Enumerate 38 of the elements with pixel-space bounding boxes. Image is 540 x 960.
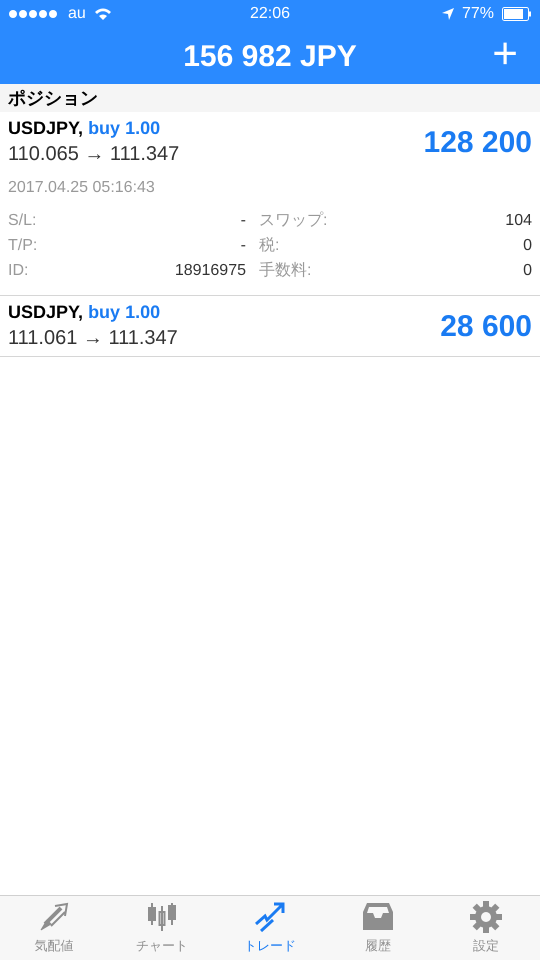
tab-item[interactable]: トレード [216, 896, 324, 960]
location-icon [442, 8, 454, 20]
section-title: ポジション [8, 86, 98, 110]
detail-label: S/L: [8, 211, 38, 231]
detail-value: 0 [523, 236, 532, 256]
price-range: 110.065 → 111.347 [8, 142, 180, 167]
position-title: USDJPY, buy 1.00 [8, 301, 162, 324]
tab-item[interactable]: 気配値 [0, 896, 108, 960]
settings-icon [469, 900, 503, 934]
trend-arrow-icon [253, 900, 287, 934]
position-title: USDJPY, buy 1.00 [8, 117, 162, 140]
position-row[interactable]: USDJPY, buy 1.00 111.061 → 111.347 28 600 [0, 296, 540, 357]
price-range: 111.061 → 111.347 [8, 326, 178, 351]
detail-value: 104 [505, 211, 532, 231]
detail-label: 税: [259, 236, 280, 256]
carrier-label: au [68, 4, 86, 24]
tab-item[interactable]: 履歴 [324, 896, 432, 960]
add-button[interactable]: + [492, 32, 518, 76]
status-time: 22:06 [250, 4, 290, 24]
battery-icon [502, 7, 532, 21]
tab-item[interactable]: チャート [108, 896, 216, 960]
position-row[interactable]: USDJPY, buy 1.00 110.065 → 111.347 128 200 2017.04.25 05:16:43 S/L: - スワップ: 104 T/P: - 税: 0 ID: 18916975 手数料: 0 [0, 112, 540, 296]
signal-icon [8, 9, 60, 19]
detail-label: ID: [8, 261, 30, 281]
detail-value: 18916975 [174, 261, 246, 281]
open-time: 2017.04.25 05:16:43 [8, 178, 156, 198]
balance-title: 156 982 JPY [183, 38, 357, 74]
wifi-icon [94, 7, 112, 21]
profit-value: 28 600 [440, 308, 532, 344]
detail-value: - [240, 236, 246, 256]
detail-value: - [240, 211, 246, 231]
detail-label: T/P: [8, 236, 38, 256]
detail-label: スワップ: [259, 210, 328, 231]
tab-item[interactable]: 設定 [432, 896, 540, 960]
battery-percent: 77% [462, 4, 494, 24]
detail-value: 0 [523, 261, 532, 281]
profit-value: 128 200 [424, 124, 532, 160]
detail-label: 手数料: [259, 260, 312, 281]
